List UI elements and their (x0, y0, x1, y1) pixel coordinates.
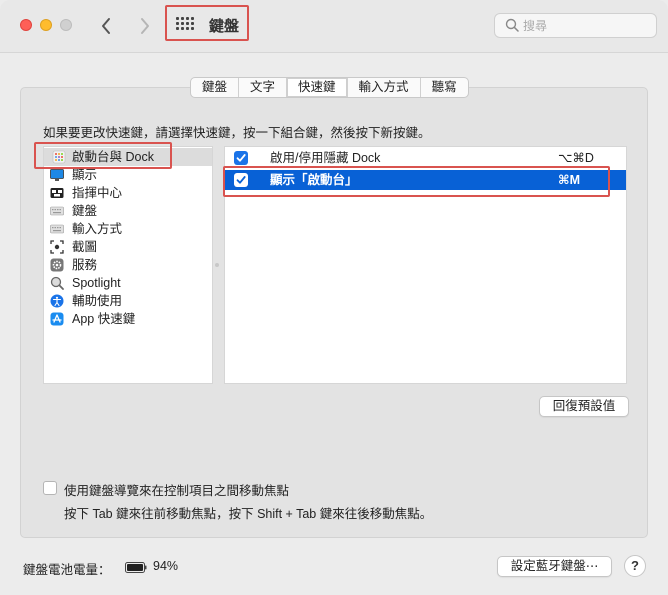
accessibility-icon (50, 294, 64, 308)
category-label: 指揮中心 (72, 186, 123, 200)
screenshot-icon (50, 240, 64, 254)
battery-label: 鍵盤電池電量： (23, 563, 111, 577)
help-button[interactable]: ? (624, 555, 646, 577)
search-field[interactable] (494, 13, 657, 38)
app-store-icon (50, 312, 64, 326)
shortcut-keys[interactable]: ⌥⌘D (558, 148, 594, 168)
tab-keyboard[interactable]: 鍵盤 (191, 78, 240, 97)
keyboard-preferences-window: 鍵盤 鍵盤 文字 快速鍵 輸入方式 聽寫 如果要更改快速鍵，請選擇快速鍵，按一下… (0, 0, 668, 595)
back-arrow-icon[interactable] (96, 14, 116, 38)
tab-shortcuts[interactable]: 快速鍵 (287, 78, 348, 97)
services-gear-icon (50, 258, 64, 272)
category-label: 鍵盤 (72, 204, 98, 218)
window-title: 鍵盤 (209, 18, 240, 35)
mission-control-icon (50, 188, 64, 198)
show-all-grid-icon[interactable] (176, 17, 194, 31)
tab-input-sources[interactable]: 輸入方式 (348, 78, 421, 97)
category-label: 輸入方式 (72, 222, 123, 236)
input-sources-icon (50, 224, 64, 234)
search-input[interactable] (523, 17, 643, 35)
shortcut-highlight-box (223, 166, 610, 197)
close-window-button[interactable] (20, 19, 32, 31)
tab-text[interactable]: 文字 (239, 78, 288, 97)
search-icon (505, 18, 519, 32)
keyboard-navigation-label: 使用鍵盤導覽來在控制項目之間移動焦點 (64, 484, 290, 498)
shortcut-row[interactable]: 啟用/停用隱藏 Dock ⌥⌘D (225, 148, 626, 168)
category-highlight-box (34, 142, 172, 169)
category-label: App 快速鍵 (72, 312, 136, 326)
split-view-handle[interactable] (215, 263, 219, 267)
category-label: 輔助使用 (72, 294, 123, 308)
shortcut-label: 啟用/停用隱藏 Dock (270, 151, 381, 165)
category-label: Spotlight (72, 276, 121, 290)
tab-dictation[interactable]: 聽寫 (421, 78, 468, 97)
battery-icon (125, 562, 147, 573)
restore-defaults-button[interactable]: 回復預設值 (539, 396, 629, 417)
forward-arrow-icon[interactable] (135, 14, 155, 38)
tab-bar: 鍵盤 文字 快速鍵 輸入方式 聽寫 (190, 77, 469, 98)
setup-bluetooth-keyboard-button[interactable]: 設定藍牙鍵盤⋯ (497, 556, 612, 577)
keyboard-icon (50, 206, 64, 216)
category-label: 截圖 (72, 240, 98, 254)
category-list: 啟動台與 Dock 顯示 指揮中心 鍵盤 輸入方式 截圖 服務 Spotligh… (43, 146, 213, 384)
shortcut-checkbox[interactable] (234, 151, 248, 165)
title-bar: 鍵盤 (0, 0, 668, 53)
zoom-window-button[interactable] (60, 19, 72, 31)
display-icon (50, 169, 64, 181)
keyboard-navigation-note: 按下 Tab 鍵來往前移動焦點，按下 Shift + Tab 鍵來往後移動焦點。 (64, 507, 433, 521)
keyboard-navigation-checkbox[interactable] (43, 481, 57, 495)
instruction-text: 如果要更改快速鍵，請選擇快速鍵，按一下組合鍵，然後按下新按鍵。 (43, 126, 431, 140)
spotlight-icon (50, 276, 64, 290)
category-label: 服務 (72, 258, 98, 272)
battery-percent: 94% (153, 559, 179, 573)
minimize-window-button[interactable] (40, 19, 52, 31)
